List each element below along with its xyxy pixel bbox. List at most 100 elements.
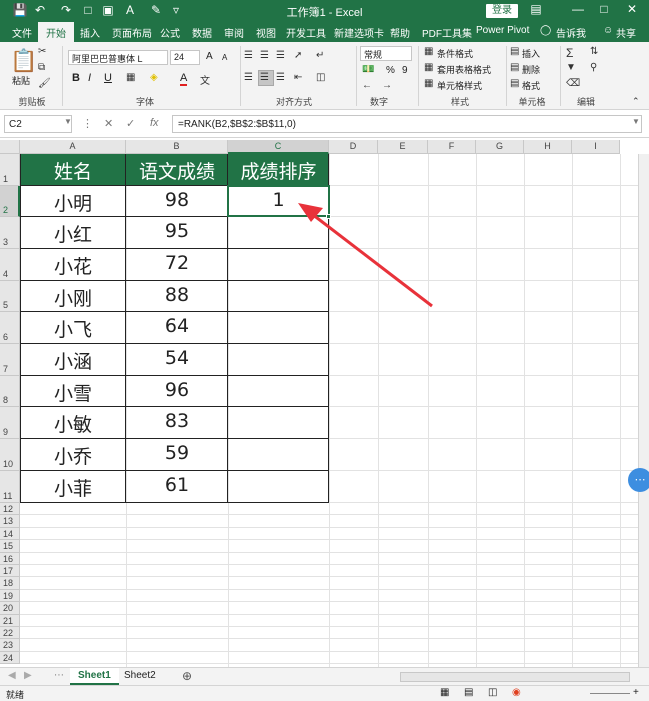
paste-button[interactable]: 粘贴 <box>12 74 30 87</box>
border-icon[interactable]: ▦ <box>126 72 135 83</box>
tab-data[interactable]: 数据 <box>192 25 212 40</box>
align-left-icon[interactable]: ☰ <box>244 72 253 83</box>
row-header-20[interactable]: 20 <box>0 602 20 615</box>
horizontal-scrollbar[interactable] <box>400 672 630 682</box>
cancel-icon[interactable]: ✕ <box>104 117 113 130</box>
table-cell[interactable]: 小花 <box>20 249 126 281</box>
table-cell[interactable]: 小雪 <box>20 376 126 407</box>
delete-icon[interactable]: ▤ <box>510 62 519 73</box>
row-header-11[interactable]: 11 <box>0 471 20 503</box>
tab-page-layout[interactable]: 页面布局 <box>112 25 152 40</box>
table-cell[interactable] <box>228 376 329 407</box>
tab-developer[interactable]: 开发工具 <box>286 25 326 40</box>
column-header-c[interactable]: C <box>228 140 329 154</box>
bold-button[interactable]: B <box>72 72 80 84</box>
row-header-13[interactable]: 13 <box>0 515 20 528</box>
row-header-15[interactable]: 15 <box>0 540 20 553</box>
cell-style-icon[interactable]: ▦ <box>424 78 433 89</box>
table-header-cell[interactable]: 语文成绩 <box>126 154 228 186</box>
maximize-icon[interactable]: □ <box>594 2 614 16</box>
table-cell[interactable]: 小乔 <box>20 439 126 471</box>
table-cell[interactable] <box>228 407 329 439</box>
tab-pdf-tools[interactable]: PDF工具集 <box>422 25 472 40</box>
format-icon[interactable]: ▤ <box>510 78 519 89</box>
comma-style-button[interactable]: 9 <box>402 65 408 76</box>
tab-power-pivot[interactable]: Power Pivot <box>476 25 529 36</box>
table-cell[interactable]: 83 <box>126 407 228 439</box>
table-cell[interactable]: 98 <box>126 186 228 217</box>
table-cell[interactable] <box>228 344 329 376</box>
tab-home[interactable]: 开始 <box>38 22 74 42</box>
conditional-format-icon[interactable]: ▦ <box>424 46 433 57</box>
fill-handle[interactable] <box>326 214 331 219</box>
table-cell[interactable] <box>228 439 329 471</box>
orientation-icon[interactable]: ➚ <box>294 50 302 61</box>
fill-color-icon[interactable]: ◈ <box>150 72 158 83</box>
table-format-icon[interactable]: ▦ <box>424 62 433 73</box>
table-cell[interactable] <box>228 471 329 503</box>
align-top-icon[interactable]: ☰ <box>244 50 253 61</box>
clear-icon[interactable]: ⌫ <box>566 78 580 89</box>
phonetic-icon[interactable]: 文 <box>200 72 210 87</box>
zoom-in-icon[interactable]: + <box>633 687 639 698</box>
table-cell[interactable]: 小涵 <box>20 344 126 376</box>
lightbulb-icon[interactable]: ◯ <box>540 25 551 36</box>
cell-style-button[interactable]: 单元格样式 <box>437 79 482 92</box>
close-icon[interactable]: ✕ <box>622 2 642 16</box>
align-right-icon[interactable]: ☰ <box>276 72 285 83</box>
table-cell[interactable]: 小明 <box>20 186 126 217</box>
accounting-format-icon[interactable]: 💵 <box>362 64 374 75</box>
table-cell[interactable]: 小菲 <box>20 471 126 503</box>
row-header-6[interactable]: 6 <box>0 312 20 344</box>
row-header-21[interactable]: 21 <box>0 614 20 627</box>
formula-input[interactable]: =RANK(B2,$B$2:$B$11,0) <box>172 115 642 133</box>
row-header-19[interactable]: 19 <box>0 589 20 603</box>
column-header-e[interactable]: E <box>378 140 428 154</box>
column-header-f[interactable]: F <box>428 140 476 154</box>
row-header-9[interactable]: 9 <box>0 407 20 439</box>
shrink-font-icon[interactable]: A <box>222 53 227 62</box>
table-cell[interactable]: 小飞 <box>20 312 126 344</box>
row-header-22[interactable]: 22 <box>0 627 20 640</box>
row-header-1[interactable]: 1 <box>0 154 20 186</box>
row-header-24[interactable]: 24 <box>0 651 20 665</box>
collapse-ribbon-icon[interactable]: ⌃ <box>632 96 640 107</box>
tab-help[interactable]: 帮助 <box>390 25 410 40</box>
row-header-23[interactable]: 23 <box>0 639 20 652</box>
tab-review[interactable]: 审阅 <box>224 25 244 40</box>
autosum-icon[interactable]: Σ <box>566 46 573 60</box>
align-bottom-icon[interactable]: ☰ <box>276 50 285 61</box>
percent-button[interactable]: % <box>386 65 395 76</box>
increase-decimal-icon[interactable]: ← <box>362 80 372 91</box>
row-header-16[interactable]: 16 <box>0 552 20 565</box>
add-sheet-icon[interactable]: ⊕ <box>182 669 192 683</box>
align-middle-icon[interactable]: ☰ <box>260 50 269 61</box>
indent-icon[interactable]: ⇤ <box>294 72 302 83</box>
cut-icon[interactable]: ✂ <box>38 46 46 57</box>
row-header-12[interactable]: 12 <box>0 503 20 516</box>
minimize-icon[interactable]: — <box>568 2 588 16</box>
tab-new-tab[interactable]: 新建选项卡 <box>334 25 384 40</box>
chat-bubble-icon[interactable]: ⋯ <box>628 468 649 492</box>
insert-function-icon[interactable]: fx <box>150 117 159 129</box>
font-name-select[interactable]: 阿里巴巴普惠体 L <box>68 50 168 65</box>
tab-file[interactable]: 文件 <box>12 25 32 40</box>
name-box[interactable]: C2 <box>4 115 72 133</box>
row-header-10[interactable]: 10 <box>0 439 20 471</box>
row-header-8[interactable]: 8 <box>0 376 20 407</box>
wrap-text-icon[interactable]: ↵ <box>316 50 324 61</box>
vertical-scrollbar[interactable] <box>638 154 649 667</box>
row-header-5[interactable]: 5 <box>0 281 20 312</box>
copy-icon[interactable]: ⧉ <box>38 62 45 73</box>
active-cell-selection[interactable] <box>227 185 330 217</box>
table-cell[interactable]: 96 <box>126 376 228 407</box>
table-cell[interactable]: 61 <box>126 471 228 503</box>
select-all-corner[interactable] <box>0 140 20 154</box>
row-header-3[interactable]: 3 <box>0 217 20 249</box>
zoom-slider[interactable] <box>590 693 630 694</box>
table-cell[interactable]: 95 <box>126 217 228 249</box>
table-cell[interactable]: 54 <box>126 344 228 376</box>
ribbon-display-icon[interactable]: ▤ <box>526 2 546 16</box>
name-box-dropdown-icon[interactable]: ▼ <box>64 117 72 126</box>
row-header-17[interactable]: 17 <box>0 565 20 578</box>
